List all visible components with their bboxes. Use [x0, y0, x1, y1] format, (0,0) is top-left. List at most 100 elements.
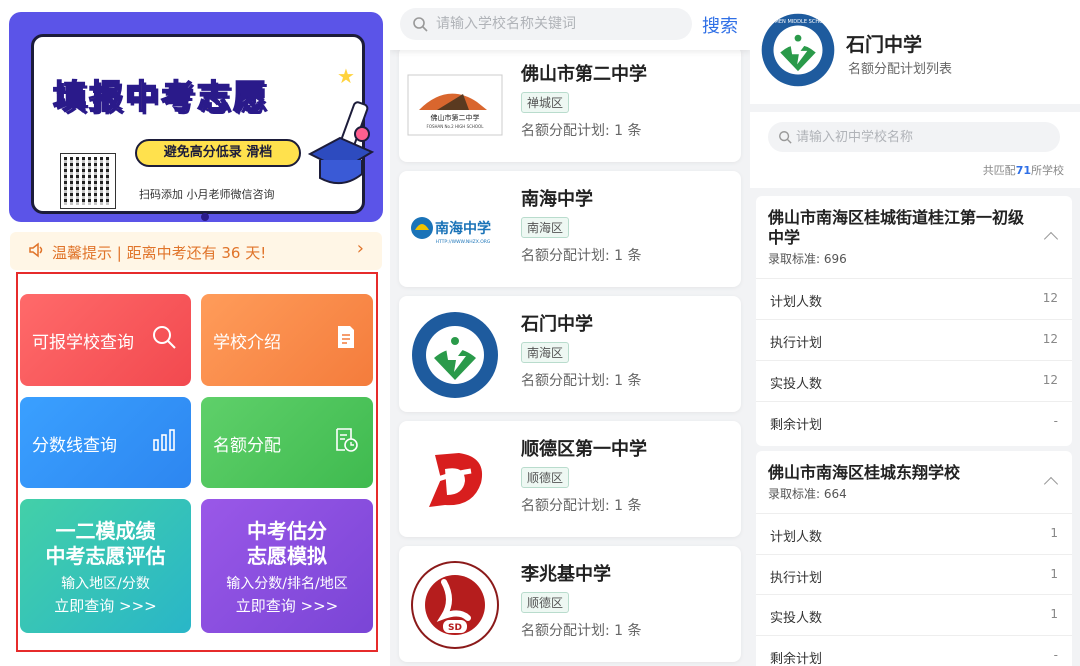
search-input[interactable] — [436, 8, 676, 40]
tile-mock-evaluation[interactable]: 一二模成绩 中考志愿评估 输入地区/分数 立即查询 >>> — [20, 499, 191, 633]
school-logo: 佛山市第二中学 FOSHAN No.2 HIGH SCHOOL — [407, 60, 503, 150]
row-label: 实投人数 — [770, 377, 823, 392]
row-value: 12 — [1042, 291, 1058, 305]
school-name: 顺德区第一中学 — [521, 439, 647, 460]
row-value: 1 — [1050, 526, 1058, 540]
bar-chart-icon — [153, 429, 175, 451]
admission-standard: 录取标准: 696 — [768, 252, 847, 266]
school-card[interactable]: 佛山市第二中学 FOSHAN No.2 HIGH SCHOOL 佛山市第二中学 … — [399, 46, 741, 162]
search-icon — [153, 326, 176, 349]
chevron-right-icon: › — [356, 238, 364, 259]
countdown-notice[interactable]: 温馨提示 | 距离中考还有 36 天! › — [10, 232, 382, 270]
carousel-indicator[interactable] — [201, 213, 209, 221]
district-tag: 顺德区 — [521, 592, 570, 613]
banner-scan-text: 扫码添加 小月老师微信咨询 — [139, 188, 275, 201]
search-field[interactable] — [400, 8, 692, 40]
tile-score-line[interactable]: 分数线查询 — [20, 397, 191, 488]
row-label: 计划人数 — [770, 295, 823, 310]
tile-title-line2: 中考志愿评估 — [45, 544, 166, 568]
tile-subtitle: 输入地区/分数 — [61, 576, 150, 592]
junior-school-name: 佛山市南海区桂城街道桂江第一初级中学 — [768, 208, 1025, 247]
plan-count: 名额分配计划: 1 条 — [521, 123, 642, 139]
logo-subtext: HTTP://WWW.NHZX.ORG — [436, 239, 491, 245]
star-icon: ★ — [337, 64, 355, 88]
search-icon — [413, 17, 428, 32]
row-label: 执行计划 — [770, 336, 823, 351]
logo-text: SHIMEN MIDDLE SCHOOL — [766, 19, 830, 25]
junior-search-field[interactable] — [768, 122, 1060, 152]
row-value: 1 — [1050, 607, 1058, 621]
chevron-up-icon[interactable] — [1043, 231, 1059, 247]
tile-title-line1: 中考估分 — [247, 519, 327, 543]
logo-text: SD — [448, 623, 462, 633]
tile-title: 中考估分 志愿模拟 — [201, 519, 373, 569]
junior-school-card: 佛山市南海区桂城街道桂江第一初级中学 录取标准: 696 计划人数 12 执行计划… — [756, 196, 1072, 446]
tile-title-line2: 志愿模拟 — [247, 544, 327, 568]
logo-text: 南海中学 — [435, 220, 491, 237]
quota-detail-panel: SHIMEN MIDDLE SCHOOL 石门中学 名额分配计划列表 共匹配71… — [750, 0, 1080, 666]
quota-row: 计划人数 12 — [756, 278, 1072, 318]
quota-row: 实投人数 1 — [756, 594, 1072, 634]
quota-row: 执行计划 1 — [756, 554, 1072, 594]
school-list-panel: 佛山市第二中学 FOSHAN No.2 HIGH SCHOOL 佛山市第二中学 … — [390, 0, 750, 666]
district-tag: 顺德区 — [521, 467, 570, 488]
row-value: - — [1053, 648, 1058, 662]
page-subtitle: 名额分配计划列表 — [848, 62, 953, 77]
school-name: 南海中学 — [521, 189, 593, 210]
school-card[interactable]: 石门中学 南海区 名额分配计划: 1 条 — [399, 296, 741, 412]
row-value: 1 — [1050, 567, 1058, 581]
row-label: 实投人数 — [770, 611, 823, 626]
schedule-icon — [336, 428, 358, 452]
graduation-cap-icon — [307, 101, 375, 185]
quota-row: 剩余计划 - — [756, 401, 1072, 441]
junior-search-input[interactable] — [796, 122, 1046, 152]
school-name: 佛山市第二中学 — [521, 64, 647, 85]
tile-school-search[interactable]: 可报学校查询 — [20, 294, 191, 386]
junior-search-section: 共匹配71所学校 — [750, 112, 1080, 188]
tile-score-estimate[interactable]: 中考估分 志愿模拟 输入分数/排名/地区 立即查询 >>> — [201, 499, 373, 633]
tile-query-link[interactable]: 立即查询 >>> — [20, 595, 191, 616]
school-name: 李兆基中学 — [521, 564, 611, 585]
lizhaoji-logo-icon: SD — [411, 561, 499, 649]
chevron-up-icon[interactable] — [1043, 476, 1059, 492]
notice-text: 温馨提示 | 距离中考还有 36 天! — [52, 244, 267, 262]
row-label: 执行计划 — [770, 571, 823, 586]
promo-banner[interactable]: 填报中考志愿 避免高分低录 滑档 扫码添加 小月老师微信咨询 ★ — [9, 12, 383, 222]
tile-school-intro[interactable]: 学校介绍 — [201, 294, 373, 386]
row-label: 剩余计划 — [770, 418, 823, 433]
school-name: 石门中学 — [521, 314, 593, 335]
shimen-logo-icon — [412, 312, 498, 398]
school-card[interactable]: 南海中学 HTTP://WWW.NHZX.ORG 南海中学 南海区 名额分配计划… — [399, 171, 741, 287]
shunde-logo-icon — [421, 453, 483, 507]
search-button[interactable]: 搜索 — [702, 12, 738, 38]
tile-quota[interactable]: 名额分配 — [201, 397, 373, 488]
banner-title: 填报中考志愿 — [52, 76, 269, 117]
school-logo: SD — [407, 560, 503, 650]
match-count: 共匹配71所学校 — [983, 162, 1064, 178]
plan-count: 名额分配计划: 1 条 — [521, 623, 642, 639]
quota-row: 剩余计划 - — [756, 635, 1072, 666]
qr-code-icon — [60, 153, 116, 209]
logo-subtext: FOSHAN No.2 HIGH SCHOOL — [427, 124, 485, 129]
school-card[interactable]: 顺德区第一中学 顺德区 名额分配计划: 1 条 — [399, 421, 741, 537]
tile-label: 名额分配 — [213, 436, 281, 456]
match-count-suffix: 所学校 — [1031, 164, 1064, 177]
tile-query-link[interactable]: 立即查询 >>> — [201, 595, 373, 616]
district-tag: 南海区 — [521, 217, 570, 238]
plan-count: 名额分配计划: 1 条 — [521, 248, 642, 264]
document-icon — [338, 326, 354, 348]
tile-title: 一二模成绩 中考志愿评估 — [20, 519, 191, 569]
match-count-number: 71 — [1015, 164, 1031, 177]
home-panel: 填报中考志愿 避免高分低录 滑档 扫码添加 小月老师微信咨询 ★ 温馨提示 | … — [0, 0, 390, 666]
admission-standard: 录取标准: 664 — [768, 487, 847, 501]
school-card[interactable]: SD 李兆基中学 顺德区 名额分配计划: 1 条 — [399, 546, 741, 662]
plan-count: 名额分配计划: 1 条 — [521, 498, 642, 514]
speaker-icon — [29, 242, 43, 258]
tile-subtitle: 输入分数/排名/地区 — [226, 576, 348, 592]
tile-title-line1: 一二模成绩 — [55, 519, 156, 543]
school-logo: 南海中学 HTTP://WWW.NHZX.ORG — [407, 185, 503, 275]
detail-header: SHIMEN MIDDLE SCHOOL 石门中学 名额分配计划列表 — [750, 0, 1080, 104]
school-logo-image: 佛山市第二中学 FOSHAN No.2 HIGH SCHOOL — [407, 74, 503, 136]
row-value: - — [1053, 414, 1058, 428]
plan-count: 名额分配计划: 1 条 — [521, 373, 642, 389]
